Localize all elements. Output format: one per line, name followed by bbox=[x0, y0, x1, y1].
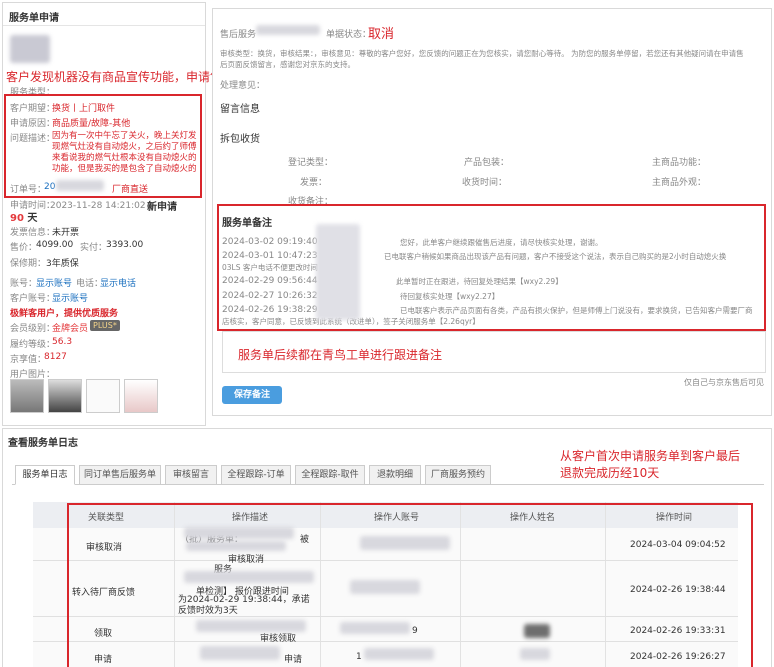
notes-left-title: 留言信息 bbox=[220, 104, 260, 115]
remark-item: 2024-02-26 19:38:29 bbox=[222, 305, 318, 315]
user-image[interactable] bbox=[124, 379, 158, 413]
log-annotation-2: 退款完成历经10天 bbox=[560, 466, 660, 480]
remark-item: 2024-03-01 10:47:23 bbox=[222, 251, 318, 261]
show-account-link[interactable]: 显示账号 bbox=[36, 276, 72, 289]
show-customer-account-link[interactable]: 显示账号 bbox=[52, 291, 88, 304]
log-highlight-box bbox=[67, 503, 753, 667]
warranty-value: 3年质保 bbox=[46, 259, 79, 269]
remark-item: 2024-02-27 10:26:32 bbox=[222, 291, 318, 301]
price-value: 4099.00 bbox=[36, 240, 74, 250]
order-tag: 厂商直送 bbox=[112, 185, 149, 195]
vip-notice: 极鲜客用户，提供优质服务 bbox=[10, 309, 119, 319]
tab-service-log[interactable]: 服务单日志 bbox=[15, 465, 75, 485]
jd-value: 8127 bbox=[44, 352, 67, 362]
show-phone-link[interactable]: 显示电话 bbox=[100, 276, 136, 289]
tab-same-order[interactable]: 同订单售后服务单 bbox=[79, 465, 161, 485]
unpack-title: 拆包收货 bbox=[220, 134, 260, 145]
paid-value: 3393.00 bbox=[106, 240, 144, 250]
score-value: 56.3 bbox=[52, 337, 73, 347]
user-image[interactable] bbox=[86, 379, 120, 413]
panel-title: 服务单申请 bbox=[9, 13, 59, 24]
plus-badge: PLUS* bbox=[90, 320, 120, 331]
invoice-value: 未开票 bbox=[52, 228, 80, 238]
remarks-visibility-note: 仅自己与京东售后可见 bbox=[684, 378, 764, 387]
tab-track-pickup[interactable]: 全程跟踪-取件 bbox=[295, 465, 365, 485]
log-annotation-1: 从客户首次申请服务单到客户最后 bbox=[560, 449, 741, 463]
days-count: 90 bbox=[10, 213, 24, 224]
reason-value: 商品质量/故障-其他 bbox=[52, 119, 131, 129]
save-remarks-button[interactable]: 保存备注 bbox=[222, 386, 282, 404]
tab-audit-message[interactable]: 审核留言 bbox=[165, 465, 217, 485]
contact-value: 换货丨上门取件 bbox=[52, 104, 116, 114]
user-image[interactable] bbox=[10, 379, 44, 413]
tab-vendor-appointment[interactable]: 厂商服务预约 bbox=[425, 465, 491, 485]
member-level: 金牌会员 bbox=[52, 324, 89, 334]
log-title: 查看服务单日志 bbox=[8, 438, 78, 449]
order-number[interactable]: 20 bbox=[44, 182, 55, 192]
user-image[interactable] bbox=[48, 379, 82, 413]
status-value: 取消 bbox=[368, 27, 395, 42]
new-apply-label: 新申请 bbox=[147, 202, 177, 213]
apply-time: 2023-11-28 14:21:02丨 bbox=[50, 201, 155, 211]
remarks-title: 服务单备注 bbox=[222, 218, 272, 229]
tab-track-order[interactable]: 全程跟踪-订单 bbox=[221, 465, 291, 485]
audit-text: 审核类型：换货，审核结果：，审核意见：尊敬的客户您好，您反馈的问题正在为您核实，… bbox=[220, 49, 744, 58]
remark-item: 2024-02-29 09:56:44 bbox=[222, 276, 318, 286]
remark-item: 2024-03-02 09:19:40 bbox=[222, 237, 318, 247]
remarks-annotation: 服务单后续都在青鸟工单进行跟进备注 bbox=[238, 348, 443, 362]
tab-refund-detail[interactable]: 退款明细 bbox=[369, 465, 421, 485]
problem-description: 因为有一次中午忘了关火，晚上关灯发现燃气灶没有自动熄火，之后约了师傅来看说我的燃… bbox=[52, 131, 197, 174]
